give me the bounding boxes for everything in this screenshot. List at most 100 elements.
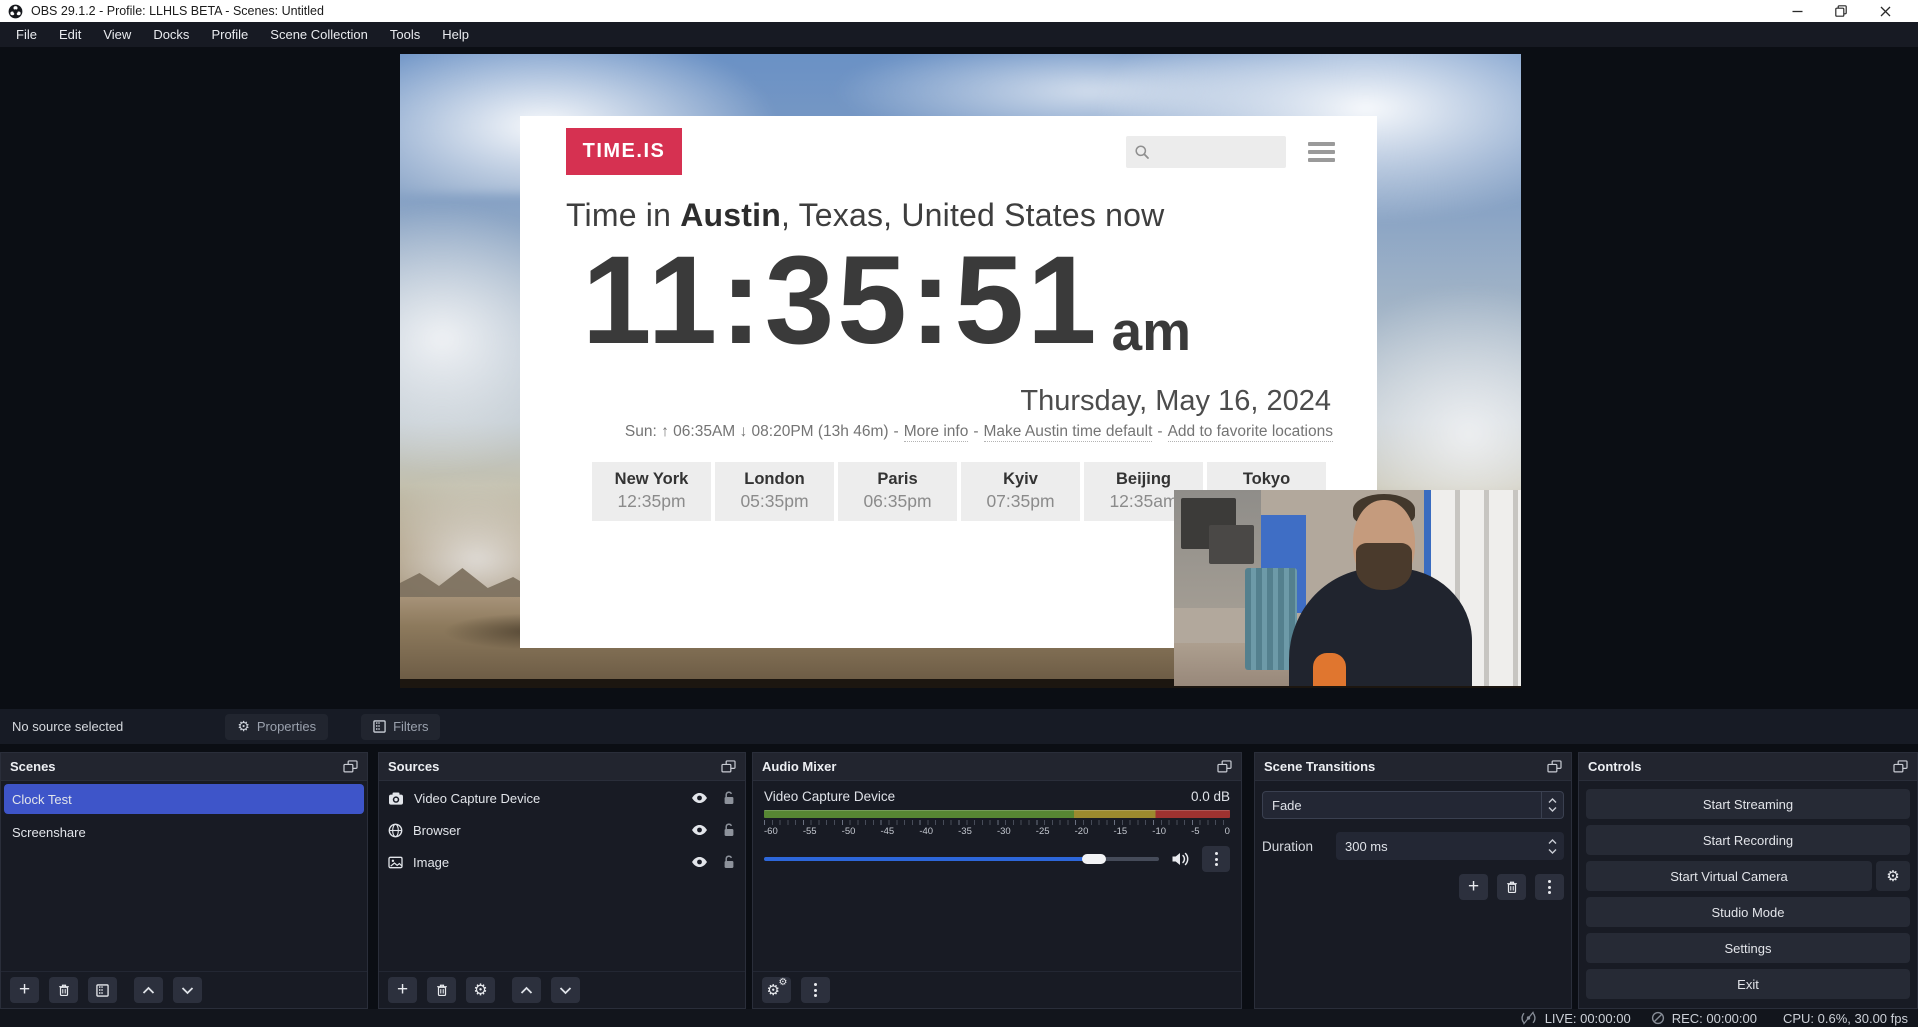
visibility-eye-icon[interactable] (691, 824, 708, 836)
mixer-scale-label: -60 (764, 826, 778, 837)
spin-up-icon[interactable] (1548, 839, 1557, 845)
add-scene-button[interactable]: + (10, 977, 39, 1003)
transition-menu-button[interactable] (1535, 874, 1564, 900)
move-scene-down-button[interactable] (173, 977, 202, 1003)
scene-item-clock-test[interactable]: Clock Test (4, 784, 364, 814)
minimize-button[interactable] (1790, 4, 1804, 18)
mixer-menu-button[interactable] (801, 977, 830, 1003)
image-icon (388, 856, 403, 869)
popout-icon[interactable] (1547, 760, 1562, 773)
menu-profile[interactable]: Profile (200, 22, 259, 47)
menu-scene-collection[interactable]: Scene Collection (259, 22, 379, 47)
close-button[interactable] (1878, 4, 1892, 18)
sources-panel-header[interactable]: Sources (379, 753, 745, 781)
lock-icon[interactable] (723, 791, 735, 805)
menu-file[interactable]: File (5, 22, 48, 47)
scenes-panel-header[interactable]: Scenes (1, 753, 367, 781)
scenes-toolbar: + (1, 971, 367, 1008)
move-source-down-button[interactable] (551, 977, 580, 1003)
volume-meter (764, 810, 1230, 818)
obs-logo-icon (8, 4, 23, 19)
virtual-camera-settings-button[interactable]: ⚙ (1876, 861, 1910, 891)
obs-window: { "window": { "title": "OBS 29.1.2 - Pro… (0, 0, 1918, 1027)
menu-edit[interactable]: Edit (48, 22, 92, 47)
advanced-audio-button[interactable]: ⚙ ⚙ (762, 977, 791, 1003)
duration-spinner[interactable]: 300 ms (1336, 832, 1564, 860)
program-canvas[interactable]: TIME.IS Time in Austin, Texas, United St… (400, 54, 1521, 688)
controls-panel-header[interactable]: Controls (1579, 753, 1917, 781)
transition-value: Fade (1263, 798, 1541, 813)
exit-button[interactable]: Exit (1586, 969, 1910, 999)
source-item-image[interactable]: Image (379, 847, 745, 877)
remove-source-button[interactable] (427, 977, 456, 1003)
duration-label: Duration (1262, 839, 1324, 854)
move-source-up-button[interactable] (512, 977, 541, 1003)
sources-panel: Sources Video Capture Device (378, 752, 746, 1009)
source-properties-button[interactable]: ⚙ (466, 977, 495, 1003)
properties-button[interactable]: ⚙ Properties (225, 714, 328, 740)
stream-inactive-icon (1519, 1011, 1538, 1025)
menu-view[interactable]: View (92, 22, 142, 47)
mixer-scale-label: -15 (1113, 826, 1127, 837)
settings-button[interactable]: Settings (1586, 933, 1910, 963)
menubar: File Edit View Docks Profile Scene Colle… (0, 22, 1918, 47)
scene-transitions-panel: Scene Transitions Fade Duration 300 ms (1254, 752, 1572, 1009)
webcam-overlay (1174, 490, 1521, 686)
start-recording-button[interactable]: Start Recording (1586, 825, 1910, 855)
mixer-title: Audio Mixer (762, 759, 836, 774)
meter-tick-marks (764, 820, 1230, 825)
popout-icon[interactable] (343, 760, 358, 773)
transition-dropdown[interactable]: Fade (1262, 791, 1564, 819)
timeis-clock: 11:35:51 am (582, 238, 1377, 363)
restore-button[interactable] (1834, 4, 1848, 18)
volume-slider[interactable] (764, 857, 1159, 861)
filters-button[interactable]: Filters (361, 714, 440, 740)
visibility-eye-icon[interactable] (691, 792, 708, 804)
webcam-person-shirt (1313, 653, 1346, 686)
source-item-browser[interactable]: Browser (379, 815, 745, 845)
menu-docks[interactable]: Docks (142, 22, 200, 47)
transitions-body: Fade Duration 300 ms + (1255, 781, 1571, 1008)
preview-area: TIME.IS Time in Austin, Texas, United St… (0, 47, 1918, 709)
remove-transition-button[interactable] (1497, 874, 1526, 900)
mixer-scale-label: -40 (919, 826, 933, 837)
controls-panel: Controls Start Streaming Start Recording… (1578, 752, 1918, 1009)
mixer-scale-label: -35 (958, 826, 972, 837)
lock-icon[interactable] (723, 855, 735, 869)
add-source-button[interactable]: + (388, 977, 417, 1003)
start-streaming-button[interactable]: Start Streaming (1586, 789, 1910, 819)
popout-icon[interactable] (1893, 760, 1908, 773)
visibility-eye-icon[interactable] (691, 856, 708, 868)
speaker-icon[interactable] (1171, 851, 1190, 867)
lock-icon[interactable] (723, 823, 735, 837)
sources-list: Video Capture Device Browser (379, 781, 745, 971)
popout-icon[interactable] (721, 760, 736, 773)
source-item-video-capture[interactable]: Video Capture Device (379, 783, 745, 813)
live-timer: LIVE: 00:00:00 (1545, 1011, 1631, 1026)
scene-filters-button[interactable] (88, 977, 117, 1003)
start-virtual-camera-button[interactable]: Start Virtual Camera (1586, 861, 1872, 891)
menu-tools[interactable]: Tools (379, 22, 431, 47)
remove-scene-button[interactable] (49, 977, 78, 1003)
volume-slider-handle[interactable] (1082, 854, 1106, 864)
add-transition-button[interactable]: + (1459, 874, 1488, 900)
filter-icon (373, 720, 386, 733)
menu-help[interactable]: Help (431, 22, 480, 47)
scene-item-screenshare[interactable]: Screenshare (4, 817, 364, 847)
popout-icon[interactable] (1217, 760, 1232, 773)
gear-icon: ⚙ (1886, 869, 1899, 884)
controls-body: Start Streaming Start Recording Start Vi… (1579, 781, 1917, 1008)
studio-mode-button[interactable]: Studio Mode (1586, 897, 1910, 927)
window-title: OBS 29.1.2 - Profile: LLHLS BETA - Scene… (31, 4, 324, 18)
titlebar[interactable]: OBS 29.1.2 - Profile: LLHLS BETA - Scene… (0, 0, 1918, 22)
city-card: Kyiv07:35pm (961, 462, 1080, 521)
mixer-channel-menu-button[interactable] (1202, 846, 1230, 872)
mixer-panel-header[interactable]: Audio Mixer (753, 753, 1241, 781)
timeis-header: TIME.IS (520, 116, 1377, 175)
double-gear-icon: ⚙ ⚙ (767, 981, 787, 999)
scenes-list: Clock Test Screenshare (1, 781, 367, 971)
transitions-panel-header[interactable]: Scene Transitions (1255, 753, 1571, 781)
spin-down-icon[interactable] (1548, 848, 1557, 854)
city-card: London05:35pm (715, 462, 834, 521)
move-scene-up-button[interactable] (134, 977, 163, 1003)
